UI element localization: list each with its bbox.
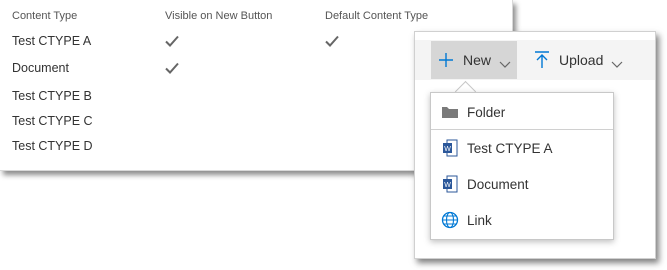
header-visible-on-new: Visible on New Button xyxy=(165,10,273,22)
content-type-row-label: Test CTYPE D xyxy=(12,139,93,153)
content-type-row-label: Test CTYPE B xyxy=(12,89,92,103)
menu-item-test-ctype-a[interactable]: W Test CTYPE A xyxy=(431,131,613,165)
svg-text:W: W xyxy=(444,182,451,189)
menu-item-label: Folder xyxy=(467,104,506,120)
new-button[interactable]: New xyxy=(431,41,517,79)
upload-button-label: Upload xyxy=(559,52,604,68)
visible-check-icon xyxy=(165,61,179,75)
menu-item-label: Test CTYPE A xyxy=(467,140,553,156)
content-type-row-label: Document xyxy=(12,61,69,75)
menu-item-link[interactable]: Link xyxy=(431,203,613,237)
visible-check-icon xyxy=(165,34,179,48)
plus-icon xyxy=(437,51,455,69)
header-content-type: Content Type xyxy=(12,10,78,22)
new-button-label: New xyxy=(463,52,492,68)
default-check-icon xyxy=(325,34,339,48)
chevron-down-icon xyxy=(611,56,623,68)
chevron-down-icon xyxy=(499,56,511,68)
menu-item-document[interactable]: W Document xyxy=(431,167,613,201)
menu-item-label: Link xyxy=(467,212,492,228)
new-dropdown-menu: Folder W Test CTYPE A W Document Link xyxy=(430,92,614,240)
svg-text:W: W xyxy=(444,146,451,153)
command-bar: New Upload xyxy=(415,40,655,80)
content-type-row-label: Test CTYPE A xyxy=(12,34,92,48)
upload-icon xyxy=(533,51,551,69)
header-default-content-type: Default Content Type xyxy=(325,10,429,22)
word-document-icon: W xyxy=(441,139,459,157)
word-document-icon: W xyxy=(441,175,459,193)
menu-divider xyxy=(431,129,613,130)
menu-item-folder[interactable]: Folder xyxy=(431,95,613,129)
content-type-row-label: Test CTYPE C xyxy=(12,114,93,128)
globe-link-icon xyxy=(441,211,459,229)
upload-button[interactable]: Upload xyxy=(527,41,627,79)
menu-item-label: Document xyxy=(467,176,529,192)
folder-icon xyxy=(441,103,459,121)
